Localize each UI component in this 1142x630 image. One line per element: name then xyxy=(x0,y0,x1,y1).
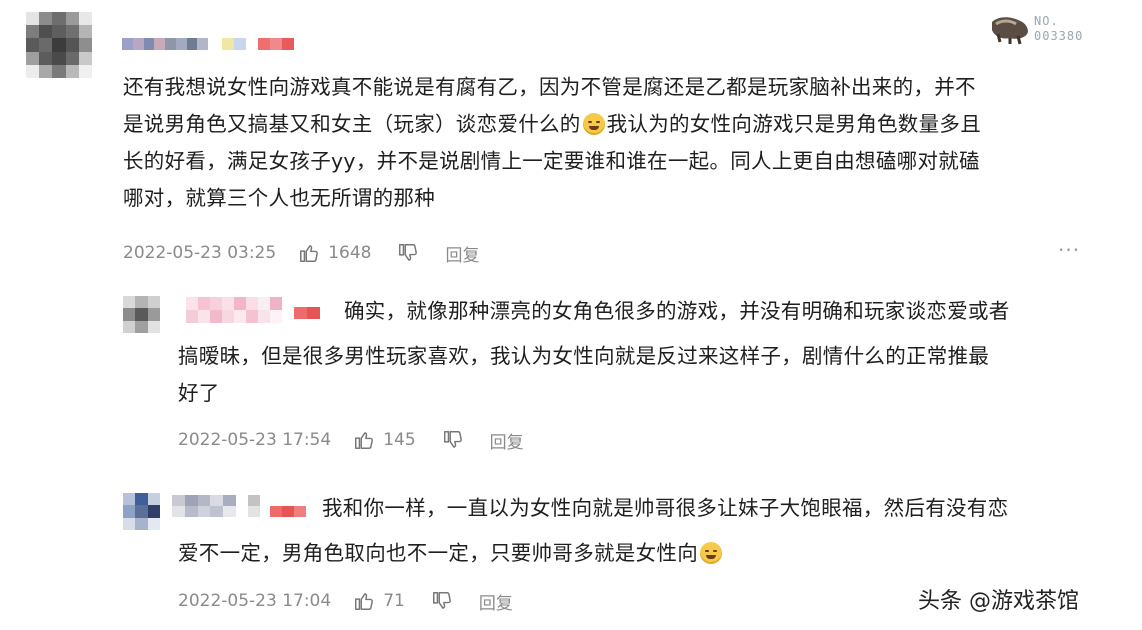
emoji-icon xyxy=(700,542,722,564)
like-count: 145 xyxy=(383,430,416,450)
dislike-button[interactable] xyxy=(431,590,453,612)
badge-no-label: NO. xyxy=(1034,14,1059,28)
like-button[interactable]: 1648 xyxy=(298,242,371,264)
thumbs-up-icon xyxy=(298,242,320,264)
dislike-button[interactable] xyxy=(397,242,419,264)
avatar[interactable] xyxy=(26,12,92,78)
like-count: 71 xyxy=(383,591,405,611)
comment-line: 确实，就像那种漂亮的女角色很多的游戏，并没有明确和玩家谈恋爱或者 xyxy=(344,299,1010,323)
comment-actions: 2022-05-23 17:54 145 回复 xyxy=(178,428,524,453)
comment-body: 确实，就像那种漂亮的女角色很多的游戏，并没有明确和玩家谈恋爱或者 xyxy=(344,293,1134,330)
comment-body-cont: 爱不一定，男角色取向也不一定，只要帅哥多就是女性向 xyxy=(178,535,1138,572)
user-badge-blurred xyxy=(222,38,246,50)
comment-line: 还有我想说女性向游戏真不能说是有腐有乙，因为不管是腐还是乙都是玩家脑补出来的，并… xyxy=(123,75,976,99)
timestamp: 2022-05-23 17:04 xyxy=(178,591,332,611)
username-blurred[interactable] xyxy=(172,495,236,517)
comment-body: 还有我想说女性向游戏真不能说是有腐有乙，因为不管是腐还是乙都是玩家脑补出来的，并… xyxy=(123,69,1123,217)
username-blurred[interactable] xyxy=(122,38,208,50)
reply-button[interactable]: 回复 xyxy=(479,589,513,614)
reply-button[interactable]: 回复 xyxy=(445,241,479,266)
thumbs-down-icon xyxy=(442,429,464,451)
comment-line: 爱不一定，男角色取向也不一定，只要帅哥多就是女性向 xyxy=(178,535,1138,572)
thumbs-down-icon xyxy=(431,590,453,612)
emoji-icon xyxy=(582,113,605,135)
reply-button[interactable]: 回复 xyxy=(490,428,524,453)
comment-line: 我和你一样，一直以为女性向就是帅哥很多让妹子大饱眼福，然后有没有恋 xyxy=(322,496,1009,520)
level-badge-blurred xyxy=(294,307,320,319)
user-badge-blurred xyxy=(248,495,260,517)
comment-line: 哪对，就算三个人也无所谓的那种 xyxy=(123,186,435,210)
comment-line: 是说男角色又搞基又和女主（玩家）谈恋爱什么的 我认为的女性向游戏只是男角色数量多且 xyxy=(123,112,982,136)
like-count: 1648 xyxy=(328,243,372,263)
avatar[interactable] xyxy=(123,296,160,333)
thumbs-up-icon xyxy=(353,590,375,612)
username-blurred[interactable] xyxy=(186,297,282,323)
avatar[interactable] xyxy=(123,493,160,530)
more-options-icon[interactable]: ··· xyxy=(1058,238,1080,262)
thumbs-down-icon xyxy=(397,242,419,264)
level-badge-blurred xyxy=(270,506,306,517)
like-button[interactable]: 71 xyxy=(353,590,405,612)
comment-body-cont: 搞暧昧，但是很多男性玩家喜欢，我认为女性向就是反过来这样子，剧情什么的正常推最 … xyxy=(178,338,1138,412)
comment-body: 我和你一样，一直以为女性向就是帅哥很多让妹子大饱眼福，然后有没有恋 xyxy=(322,490,1132,527)
comment-line: 好了 xyxy=(178,381,220,405)
thumbs-up-icon xyxy=(353,429,375,451)
watermark: 头条 @游戏茶馆 xyxy=(918,589,1079,614)
comment-actions: 2022-05-23 17:04 71 回复 xyxy=(178,589,513,614)
timestamp: 2022-05-23 17:54 xyxy=(178,430,332,450)
dislike-button[interactable] xyxy=(442,429,464,451)
badge-no-value: 003380 xyxy=(1034,29,1084,43)
like-button[interactable]: 145 xyxy=(353,429,416,451)
comment-actions: 2022-05-23 03:25 1648 回复 xyxy=(123,241,479,266)
timestamp: 2022-05-23 03:25 xyxy=(123,243,277,263)
comment-line: 搞暧昧，但是很多男性玩家喜欢，我认为女性向就是反过来这样子，剧情什么的正常推最 xyxy=(178,344,990,368)
comment-line: 长的好看，满足女孩子yy，并不是说剧情上一定要谁和谁在一起。同人上更自由想磕哪对… xyxy=(123,149,980,173)
badge-image xyxy=(988,12,1032,46)
level-badge-blurred xyxy=(258,38,294,50)
badge-number: NO. 003380 xyxy=(1034,14,1083,44)
